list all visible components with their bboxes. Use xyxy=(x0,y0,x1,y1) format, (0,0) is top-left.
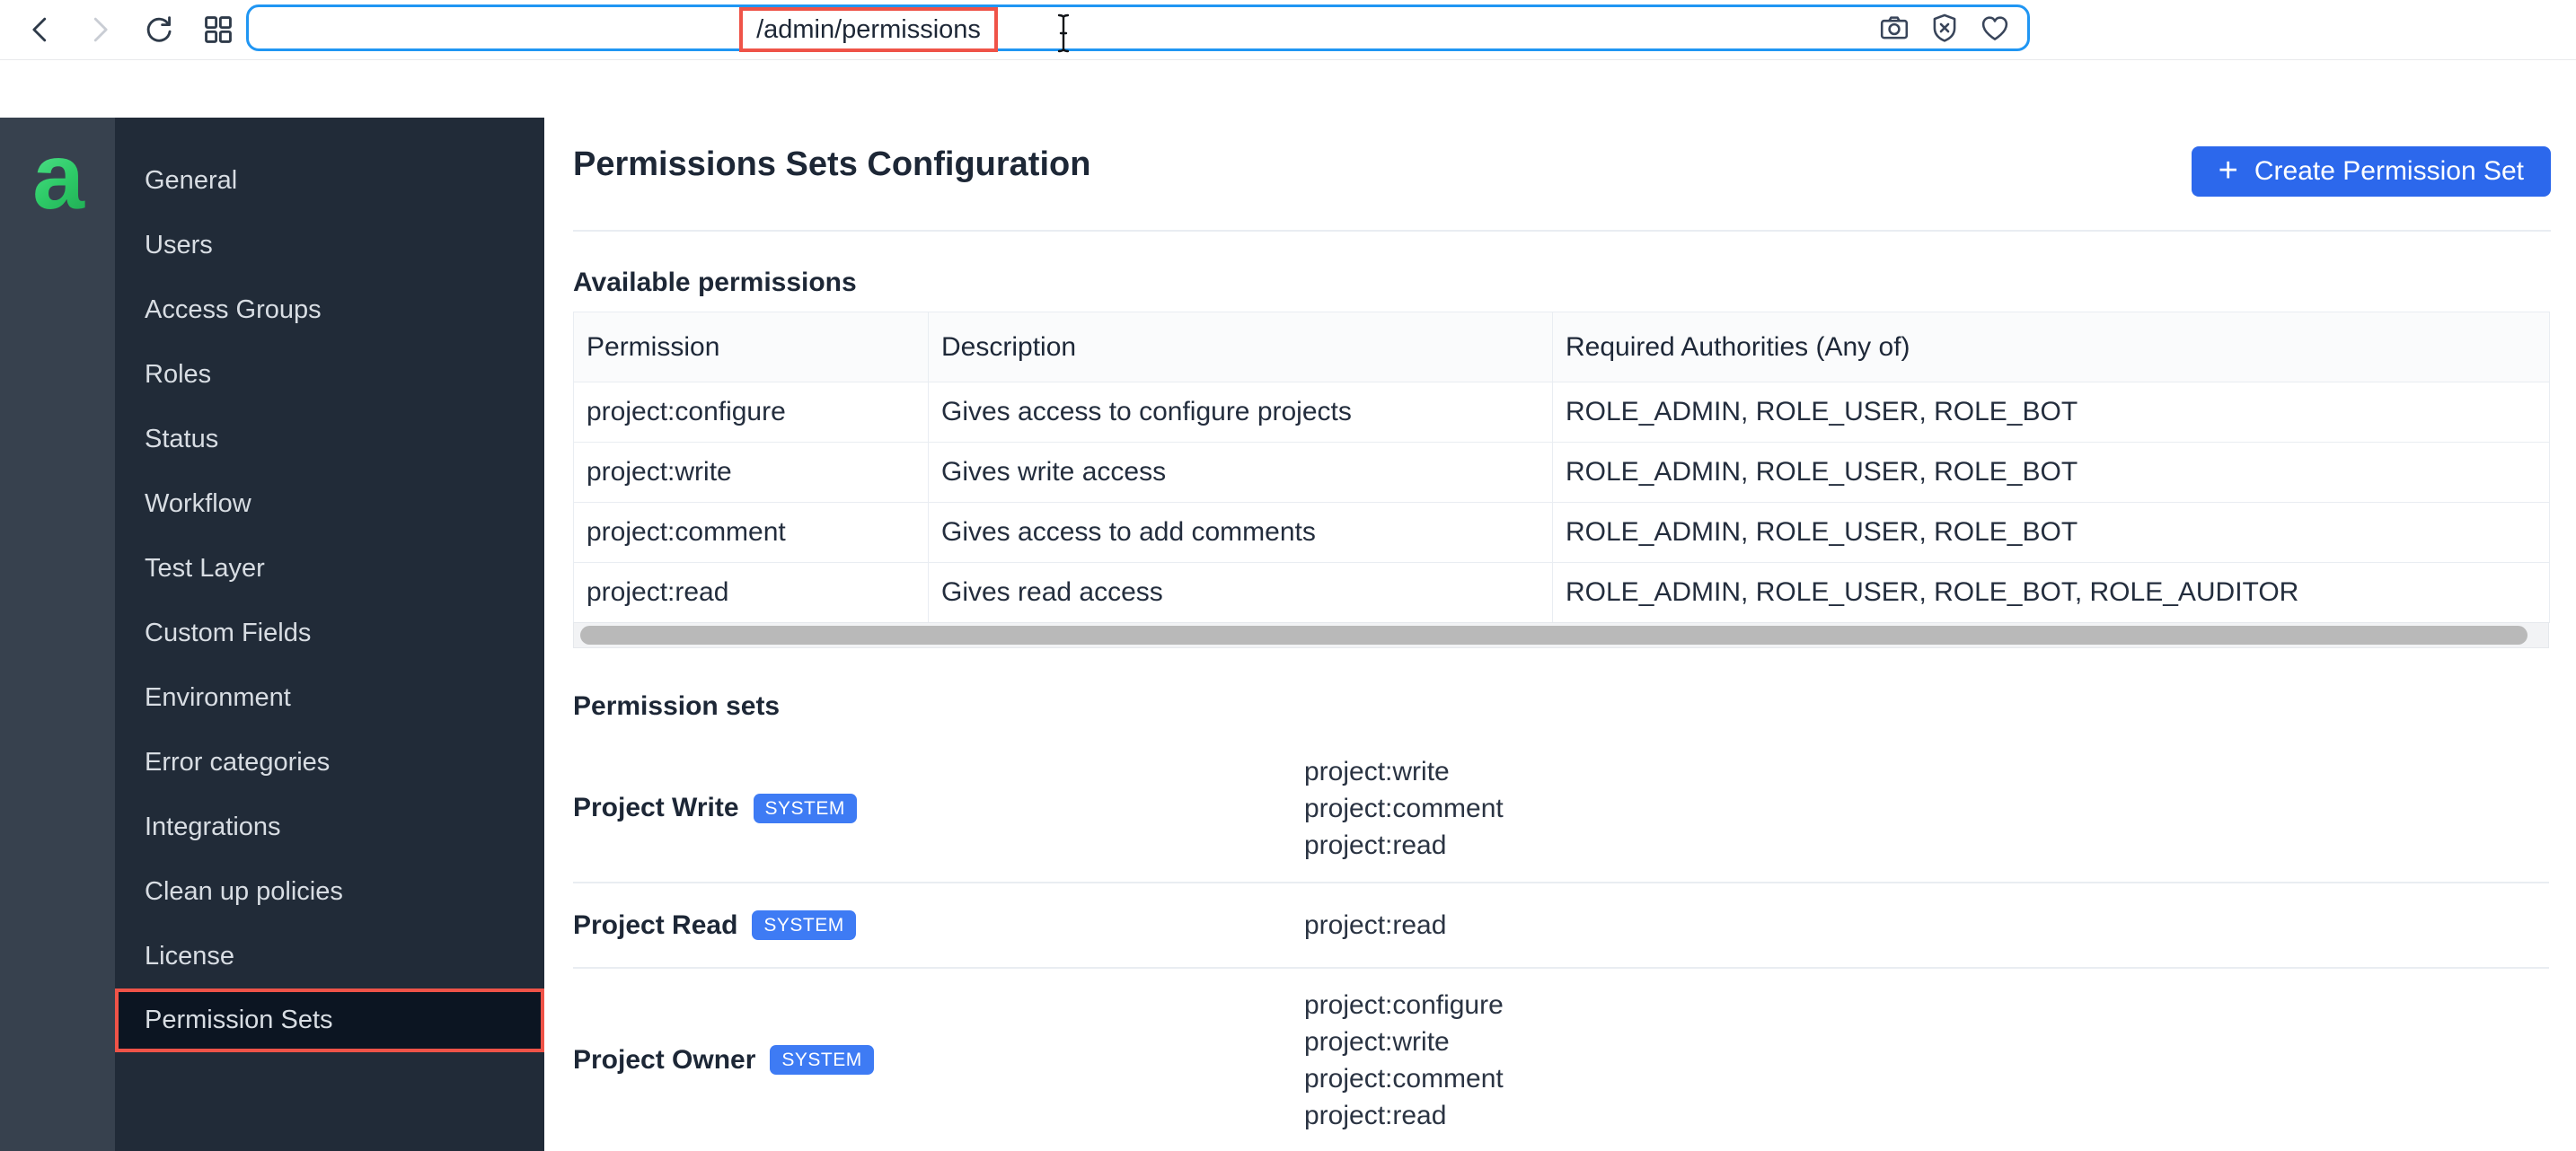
permission-line-project-configure: project:configure xyxy=(1304,987,2549,1024)
permission-set-name-cell: Project Read SYSTEM xyxy=(573,883,1304,967)
cell-authorities: ROLE_ADMIN, ROLE_USER, ROLE_BOT xyxy=(1553,382,2550,443)
system-badge: SYSTEM xyxy=(754,794,857,823)
sidebar-item-clean-up-policies[interactable]: Clean up policies xyxy=(115,859,544,924)
page-title: Permissions Sets Configuration xyxy=(573,145,1090,184)
table-header-row: PermissionDescriptionRequired Authoritie… xyxy=(574,312,2550,382)
sidebar-item-workflow[interactable]: Workflow xyxy=(115,471,544,536)
sidebar-item-general[interactable]: General xyxy=(115,148,544,213)
admin-sidebar: a GeneralUsersAccess GroupsRolesStatusWo… xyxy=(0,118,544,1151)
text-cursor-icon xyxy=(1052,13,1075,54)
permission-set-name-cell: Project Owner SYSTEM xyxy=(573,969,1304,1151)
permission-set-name: Project Write xyxy=(573,793,739,823)
sidebar-item-permission-sets[interactable]: Permission Sets xyxy=(115,988,544,1052)
permission-set-name-cell: Project Write SYSTEM xyxy=(573,734,1304,882)
permission-set-permissions: project:read xyxy=(1304,883,2549,967)
permission-line-project-comment: project:comment xyxy=(1304,1060,2549,1097)
permission-set-row-project-read: Project Read SYSTEM project:read xyxy=(573,883,2549,969)
permission-line-project-comment: project:comment xyxy=(1304,790,2549,827)
available-permissions-heading: Available permissions xyxy=(573,268,857,298)
cell-authorities: ROLE_ADMIN, ROLE_USER, ROLE_BOT xyxy=(1553,443,2550,503)
cell-description: Gives read access xyxy=(929,563,1553,623)
permission-line-project-read: project:read xyxy=(1304,827,2549,864)
system-badge: SYSTEM xyxy=(752,910,855,940)
shield-block-icon[interactable] xyxy=(1928,12,1961,44)
camera-icon[interactable] xyxy=(1878,12,1910,44)
url-value: /admin/permissions xyxy=(756,15,981,45)
permission-sets-heading: Permission sets xyxy=(573,691,780,722)
annotation-box-url: /admin/permissions xyxy=(739,7,998,52)
permission-line-project-read: project:read xyxy=(1304,907,2549,944)
permission-line-project-write: project:write xyxy=(1304,1024,2549,1060)
horizontal-scrollbar-track[interactable] xyxy=(573,622,2549,648)
permission-set-name: Project Read xyxy=(573,910,737,941)
sidebar-item-custom-fields[interactable]: Custom Fields xyxy=(115,601,544,665)
system-badge: SYSTEM xyxy=(770,1045,873,1075)
available-permissions-table: PermissionDescriptionRequired Authoritie… xyxy=(573,312,2550,623)
sidebar-nav: GeneralUsersAccess GroupsRolesStatusWork… xyxy=(115,148,544,1052)
permission-set-row-project-write: Project WriteSYSTEMproject:writeproject:… xyxy=(573,734,2549,883)
sidebar-item-test-layer[interactable]: Test Layer xyxy=(115,536,544,601)
column-header-permission: Permission xyxy=(574,312,929,382)
permission-set-permissions: project:writeproject:commentproject:read xyxy=(1304,734,2549,882)
cell-permission: project:read xyxy=(574,563,929,623)
permission-set-name: Project Owner xyxy=(573,1045,755,1076)
sidebar-item-environment[interactable]: Environment xyxy=(115,665,544,730)
horizontal-scrollbar-thumb[interactable] xyxy=(580,626,2527,645)
table-row-project-configure: project:configureGives access to configu… xyxy=(574,382,2550,443)
cell-description: Gives access to add comments xyxy=(929,503,1553,563)
column-header-required-authorities-any-of: Required Authorities (Any of) xyxy=(1553,312,2550,382)
app-logo: a xyxy=(20,134,97,220)
sidebar-item-roles[interactable]: Roles xyxy=(115,342,544,407)
reload-icon[interactable] xyxy=(142,13,176,47)
cell-authorities: ROLE_ADMIN, ROLE_USER, ROLE_BOT, ROLE_AU… xyxy=(1553,563,2550,623)
permission-set-permissions: project:configureproject:writeproject:co… xyxy=(1304,969,2549,1151)
plus-icon: + xyxy=(2219,154,2238,188)
url-input[interactable]: /admin/permissions xyxy=(246,4,2030,51)
table-row-project-comment: project:commentGives access to add comme… xyxy=(574,503,2550,563)
cell-description: Gives write access xyxy=(929,443,1553,503)
heart-icon[interactable] xyxy=(1979,12,2011,44)
table-row-project-write: project:writeGives write accessROLE_ADMI… xyxy=(574,443,2550,503)
sidebar-item-integrations[interactable]: Integrations xyxy=(115,795,544,859)
sidebar-item-users[interactable]: Users xyxy=(115,213,544,277)
permission-line-project-write: project:write xyxy=(1304,753,2549,790)
sidebar-item-status[interactable]: Status xyxy=(115,407,544,471)
back-icon[interactable] xyxy=(23,13,57,47)
create-permission-set-button[interactable]: + Create Permission Set xyxy=(2192,146,2551,197)
sidebar-item-license[interactable]: License xyxy=(115,924,544,988)
sidebar-item-access-groups[interactable]: Access Groups xyxy=(115,277,544,342)
sidebar-logo-strip: a xyxy=(0,118,115,1151)
header-divider xyxy=(573,230,2551,232)
column-header-description: Description xyxy=(929,312,1553,382)
cell-description: Gives access to configure projects xyxy=(929,382,1553,443)
cell-permission: project:comment xyxy=(574,503,929,563)
permission-set-row-project-owner: Project OwnerSYSTEMproject:configureproj… xyxy=(573,969,2549,1151)
tab-grid-icon[interactable] xyxy=(201,13,235,47)
permission-line-project-read: project:read xyxy=(1304,1097,2549,1134)
cell-authorities: ROLE_ADMIN, ROLE_USER, ROLE_BOT xyxy=(1553,503,2550,563)
cell-permission: project:configure xyxy=(574,382,929,443)
permission-sets-list: Project WriteSYSTEMproject:writeproject:… xyxy=(573,734,2549,1151)
table-row-project-read: project:readGives read accessROLE_ADMIN,… xyxy=(574,563,2550,623)
cell-permission: project:write xyxy=(574,443,929,503)
forward-icon[interactable] xyxy=(83,13,117,47)
create-permission-set-label: Create Permission Set xyxy=(2254,156,2524,187)
sidebar-item-error-categories[interactable]: Error categories xyxy=(115,730,544,795)
browser-toolbar: /admin/permissions xyxy=(0,0,2576,60)
